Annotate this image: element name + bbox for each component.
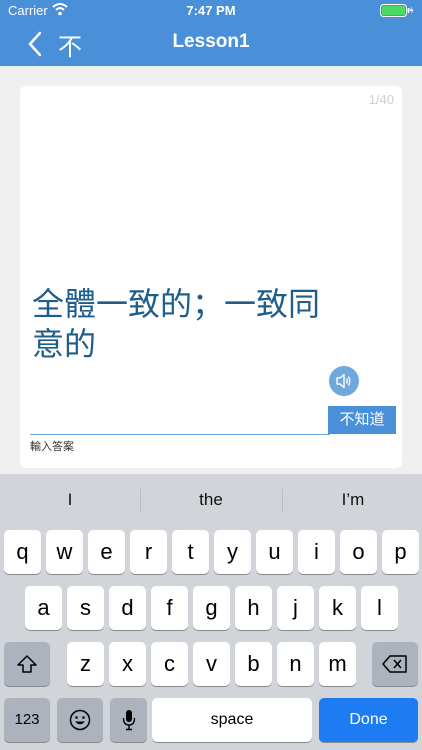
key-o[interactable]: o — [340, 530, 377, 574]
answer-underline — [30, 434, 330, 435]
key-m[interactable]: m — [319, 642, 356, 686]
emoji-icon — [69, 709, 91, 731]
suggestion-bar: I the I’m — [0, 474, 422, 526]
key-j[interactable]: j — [277, 586, 314, 630]
done-key[interactable]: Done — [319, 698, 418, 742]
navbar: 不 Lesson1 — [0, 22, 422, 66]
page-title: Lesson1 — [172, 31, 250, 52]
header: Carrier 7:47 PM 不 Lesson1 — [0, 0, 422, 66]
suggestion-item[interactable]: the — [141, 490, 281, 510]
key-e[interactable]: e — [88, 530, 125, 574]
suggestion-item[interactable]: I’m — [283, 490, 422, 510]
speaker-button[interactable] — [329, 366, 359, 396]
key-w[interactable]: w — [46, 530, 83, 574]
key-y[interactable]: y — [214, 530, 251, 574]
key-x[interactable]: x — [109, 642, 146, 686]
key-l[interactable]: l — [361, 586, 398, 630]
microphone-icon — [122, 710, 135, 731]
shift-icon — [17, 655, 37, 673]
delete-icon — [382, 655, 407, 673]
space-key[interactable]: space — [152, 698, 312, 742]
key-r[interactable]: r — [130, 530, 167, 574]
key-z[interactable]: z — [67, 642, 104, 686]
dont-know-button[interactable]: 不知道 — [328, 406, 396, 434]
answer-placeholder: 輸入答案 — [30, 441, 74, 453]
key-g[interactable]: g — [193, 586, 230, 630]
key-t[interactable]: t — [172, 530, 209, 574]
key-i[interactable]: i — [298, 530, 335, 574]
keyboard: I the I’m q w e r t y u i o p a s d f g … — [0, 474, 422, 750]
status-time: 7:47 PM — [186, 3, 236, 18]
key-c[interactable]: c — [151, 642, 188, 686]
question-line: 全體一致的；一致同 — [32, 285, 321, 323]
answer-input[interactable] — [30, 408, 334, 434]
key-u[interactable]: u — [256, 530, 293, 574]
numbers-key[interactable]: 123 — [4, 698, 50, 742]
emoji-key[interactable] — [57, 698, 103, 742]
key-s[interactable]: s — [67, 586, 104, 630]
key-a[interactable]: a — [25, 586, 62, 630]
key-k[interactable]: k — [319, 586, 356, 630]
question-line: 意的 — [32, 325, 97, 363]
shift-key[interactable] — [4, 642, 50, 686]
speaker-icon — [336, 373, 351, 389]
key-b[interactable]: b — [235, 642, 272, 686]
card-counter: 1/40 — [368, 92, 394, 107]
key-p[interactable]: p — [382, 530, 419, 574]
question-text: 全體一致的；一致同 意的 — [32, 284, 332, 364]
microphone-key[interactable] — [110, 698, 147, 742]
status-bar: Carrier 7:47 PM — [0, 0, 422, 22]
key-f[interactable]: f — [151, 586, 188, 630]
key-q[interactable]: q — [4, 530, 41, 574]
battery-icon — [380, 4, 414, 17]
delete-key[interactable] — [372, 642, 418, 686]
key-d[interactable]: d — [109, 586, 146, 630]
key-v[interactable]: v — [193, 642, 230, 686]
key-n[interactable]: n — [277, 642, 314, 686]
key-h[interactable]: h — [235, 586, 272, 630]
flashcard: 1/40 全體一致的；一致同 意的 輸入答案 不知道 — [20, 86, 402, 468]
suggestion-item[interactable]: I — [0, 490, 140, 510]
